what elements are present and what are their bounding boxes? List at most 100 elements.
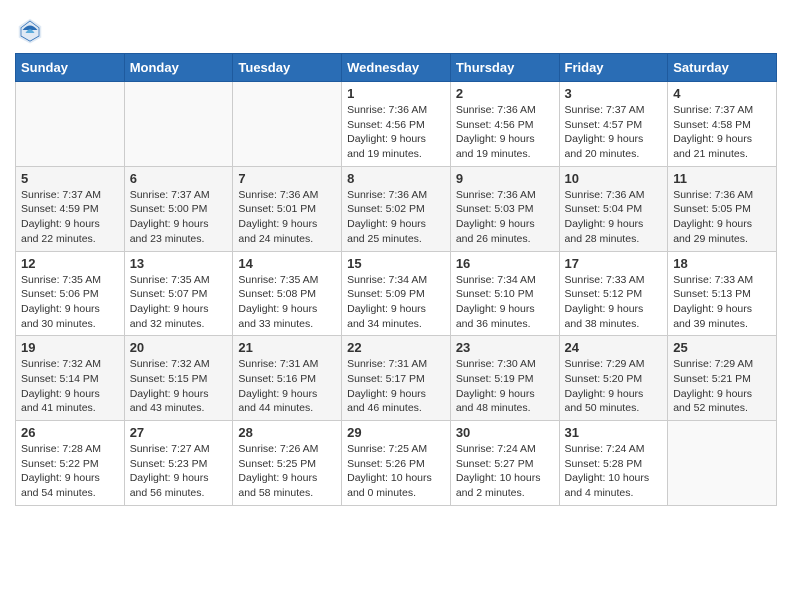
day-number: 29 <box>347 425 445 440</box>
day-number: 9 <box>456 171 554 186</box>
day-info: Sunrise: 7:35 AMSunset: 5:08 PMDaylight:… <box>238 273 336 332</box>
day-info: Sunrise: 7:36 AMSunset: 4:56 PMDaylight:… <box>456 103 554 162</box>
day-number: 11 <box>673 171 771 186</box>
calendar-cell: 6Sunrise: 7:37 AMSunset: 5:00 PMDaylight… <box>124 166 233 251</box>
day-info: Sunrise: 7:27 AMSunset: 5:23 PMDaylight:… <box>130 442 228 501</box>
column-header-thursday: Thursday <box>450 54 559 82</box>
day-info: Sunrise: 7:31 AMSunset: 5:16 PMDaylight:… <box>238 357 336 416</box>
day-number: 28 <box>238 425 336 440</box>
day-info: Sunrise: 7:25 AMSunset: 5:26 PMDaylight:… <box>347 442 445 501</box>
day-number: 6 <box>130 171 228 186</box>
column-header-saturday: Saturday <box>668 54 777 82</box>
day-number: 31 <box>565 425 663 440</box>
calendar-cell: 7Sunrise: 7:36 AMSunset: 5:01 PMDaylight… <box>233 166 342 251</box>
day-info: Sunrise: 7:29 AMSunset: 5:20 PMDaylight:… <box>565 357 663 416</box>
logo <box>15 15 49 45</box>
calendar-cell: 1 Sunrise: 7:36 AMSunset: 4:56 PMDaylight… <box>342 82 451 167</box>
column-header-monday: Monday <box>124 54 233 82</box>
day-number: 21 <box>238 340 336 355</box>
calendar-table: SundayMondayTuesdayWednesdayThursdayFrid… <box>15 53 777 506</box>
day-info: Sunrise: 7:34 AMSunset: 5:09 PMDaylight:… <box>347 273 445 332</box>
calendar-cell <box>124 82 233 167</box>
column-header-tuesday: Tuesday <box>233 54 342 82</box>
calendar-cell <box>668 421 777 506</box>
calendar-week-row: 12 Sunrise: 7:35 AMSunset: 5:06 PMDayligh… <box>16 251 777 336</box>
column-header-friday: Friday <box>559 54 668 82</box>
day-info: Sunrise: 7:36 AMSunset: 5:04 PMDaylight:… <box>565 188 663 247</box>
calendar-cell: 26 Sunrise: 7:28 AMSunset: 5:22 PMDayligh… <box>16 421 125 506</box>
calendar-cell <box>16 82 125 167</box>
logo-icon <box>15 15 45 45</box>
day-info: Sunrise: 7:36 AMSunset: 5:03 PMDaylight:… <box>456 188 554 247</box>
calendar-cell <box>233 82 342 167</box>
calendar-cell: 9 Sunrise: 7:36 AMSunset: 5:03 PMDaylight… <box>450 166 559 251</box>
day-info: Sunrise: 7:36 AMSunset: 5:02 PMDaylight:… <box>347 188 445 247</box>
calendar-cell: 17 Sunrise: 7:33 AMSunset: 5:12 PMDayligh… <box>559 251 668 336</box>
day-number: 25 <box>673 340 771 355</box>
calendar-cell: 21 Sunrise: 7:31 AMSunset: 5:16 PMDayligh… <box>233 336 342 421</box>
day-info: Sunrise: 7:30 AMSunset: 5:19 PMDaylight:… <box>456 357 554 416</box>
calendar-week-row: 1 Sunrise: 7:36 AMSunset: 4:56 PMDaylight… <box>16 82 777 167</box>
calendar-cell: 11 Sunrise: 7:36 AMSunset: 5:05 PMDayligh… <box>668 166 777 251</box>
calendar-cell: 5Sunrise: 7:37 AMSunset: 4:59 PMDaylight… <box>16 166 125 251</box>
day-info: Sunrise: 7:34 AMSunset: 5:10 PMDaylight:… <box>456 273 554 332</box>
day-number: 7 <box>238 171 336 186</box>
calendar-cell: 28Sunrise: 7:26 AMSunset: 5:25 PMDayligh… <box>233 421 342 506</box>
day-info: Sunrise: 7:24 AMSunset: 5:28 PMDaylight:… <box>565 442 663 501</box>
calendar-cell: 2 Sunrise: 7:36 AMSunset: 4:56 PMDaylight… <box>450 82 559 167</box>
day-number: 14 <box>238 256 336 271</box>
day-number: 18 <box>673 256 771 271</box>
day-number: 8 <box>347 171 445 186</box>
column-header-sunday: Sunday <box>16 54 125 82</box>
day-number: 2 <box>456 86 554 101</box>
day-number: 22 <box>347 340 445 355</box>
calendar-cell: 29 Sunrise: 7:25 AMSunset: 5:26 PMDayligh… <box>342 421 451 506</box>
day-info: Sunrise: 7:35 AMSunset: 5:06 PMDaylight:… <box>21 273 119 332</box>
day-info: Sunrise: 7:35 AMSunset: 5:07 PMDaylight:… <box>130 273 228 332</box>
day-number: 24 <box>565 340 663 355</box>
day-info: Sunrise: 7:37 AMSunset: 4:57 PMDaylight:… <box>565 103 663 162</box>
day-info: Sunrise: 7:28 AMSunset: 5:22 PMDaylight:… <box>21 442 119 501</box>
calendar-cell: 4 Sunrise: 7:37 AMSunset: 4:58 PMDaylight… <box>668 82 777 167</box>
calendar-week-row: 5Sunrise: 7:37 AMSunset: 4:59 PMDaylight… <box>16 166 777 251</box>
calendar-cell: 13 Sunrise: 7:35 AMSunset: 5:07 PMDayligh… <box>124 251 233 336</box>
day-info: Sunrise: 7:31 AMSunset: 5:17 PMDaylight:… <box>347 357 445 416</box>
calendar-cell: 24 Sunrise: 7:29 AMSunset: 5:20 PMDayligh… <box>559 336 668 421</box>
calendar-cell: 12 Sunrise: 7:35 AMSunset: 5:06 PMDayligh… <box>16 251 125 336</box>
day-info: Sunrise: 7:36 AMSunset: 4:56 PMDaylight:… <box>347 103 445 162</box>
day-info: Sunrise: 7:37 AMSunset: 4:58 PMDaylight:… <box>673 103 771 162</box>
day-number: 4 <box>673 86 771 101</box>
day-info: Sunrise: 7:37 AMSunset: 4:59 PMDaylight:… <box>21 188 119 247</box>
day-number: 27 <box>130 425 228 440</box>
day-number: 23 <box>456 340 554 355</box>
day-info: Sunrise: 7:24 AMSunset: 5:27 PMDaylight:… <box>456 442 554 501</box>
day-number: 10 <box>565 171 663 186</box>
day-number: 1 <box>347 86 445 101</box>
day-number: 30 <box>456 425 554 440</box>
day-number: 13 <box>130 256 228 271</box>
calendar-cell: 22 Sunrise: 7:31 AMSunset: 5:17 PMDayligh… <box>342 336 451 421</box>
day-number: 16 <box>456 256 554 271</box>
calendar-cell: 27 Sunrise: 7:27 AMSunset: 5:23 PMDayligh… <box>124 421 233 506</box>
calendar-cell: 18 Sunrise: 7:33 AMSunset: 5:13 PMDayligh… <box>668 251 777 336</box>
calendar-cell: 14 Sunrise: 7:35 AMSunset: 5:08 PMDayligh… <box>233 251 342 336</box>
day-info: Sunrise: 7:33 AMSunset: 5:12 PMDaylight:… <box>565 273 663 332</box>
calendar-week-row: 19Sunrise: 7:32 AMSunset: 5:14 PMDayligh… <box>16 336 777 421</box>
day-number: 17 <box>565 256 663 271</box>
day-number: 12 <box>21 256 119 271</box>
day-number: 20 <box>130 340 228 355</box>
day-info: Sunrise: 7:33 AMSunset: 5:13 PMDaylight:… <box>673 273 771 332</box>
header <box>15 10 777 45</box>
calendar-cell: 10 Sunrise: 7:36 AMSunset: 5:04 PMDayligh… <box>559 166 668 251</box>
calendar-week-row: 26 Sunrise: 7:28 AMSunset: 5:22 PMDayligh… <box>16 421 777 506</box>
calendar-cell: 15Sunrise: 7:34 AMSunset: 5:09 PMDayligh… <box>342 251 451 336</box>
day-number: 3 <box>565 86 663 101</box>
day-info: Sunrise: 7:32 AMSunset: 5:15 PMDaylight:… <box>130 357 228 416</box>
day-info: Sunrise: 7:36 AMSunset: 5:05 PMDaylight:… <box>673 188 771 247</box>
page: SundayMondayTuesdayWednesdayThursdayFrid… <box>0 0 792 521</box>
calendar-cell: 23 Sunrise: 7:30 AMSunset: 5:19 PMDayligh… <box>450 336 559 421</box>
day-info: Sunrise: 7:32 AMSunset: 5:14 PMDaylight:… <box>21 357 119 416</box>
day-number: 26 <box>21 425 119 440</box>
calendar-cell: 3 Sunrise: 7:37 AMSunset: 4:57 PMDaylight… <box>559 82 668 167</box>
calendar-cell: 31 Sunrise: 7:24 AMSunset: 5:28 PMDayligh… <box>559 421 668 506</box>
